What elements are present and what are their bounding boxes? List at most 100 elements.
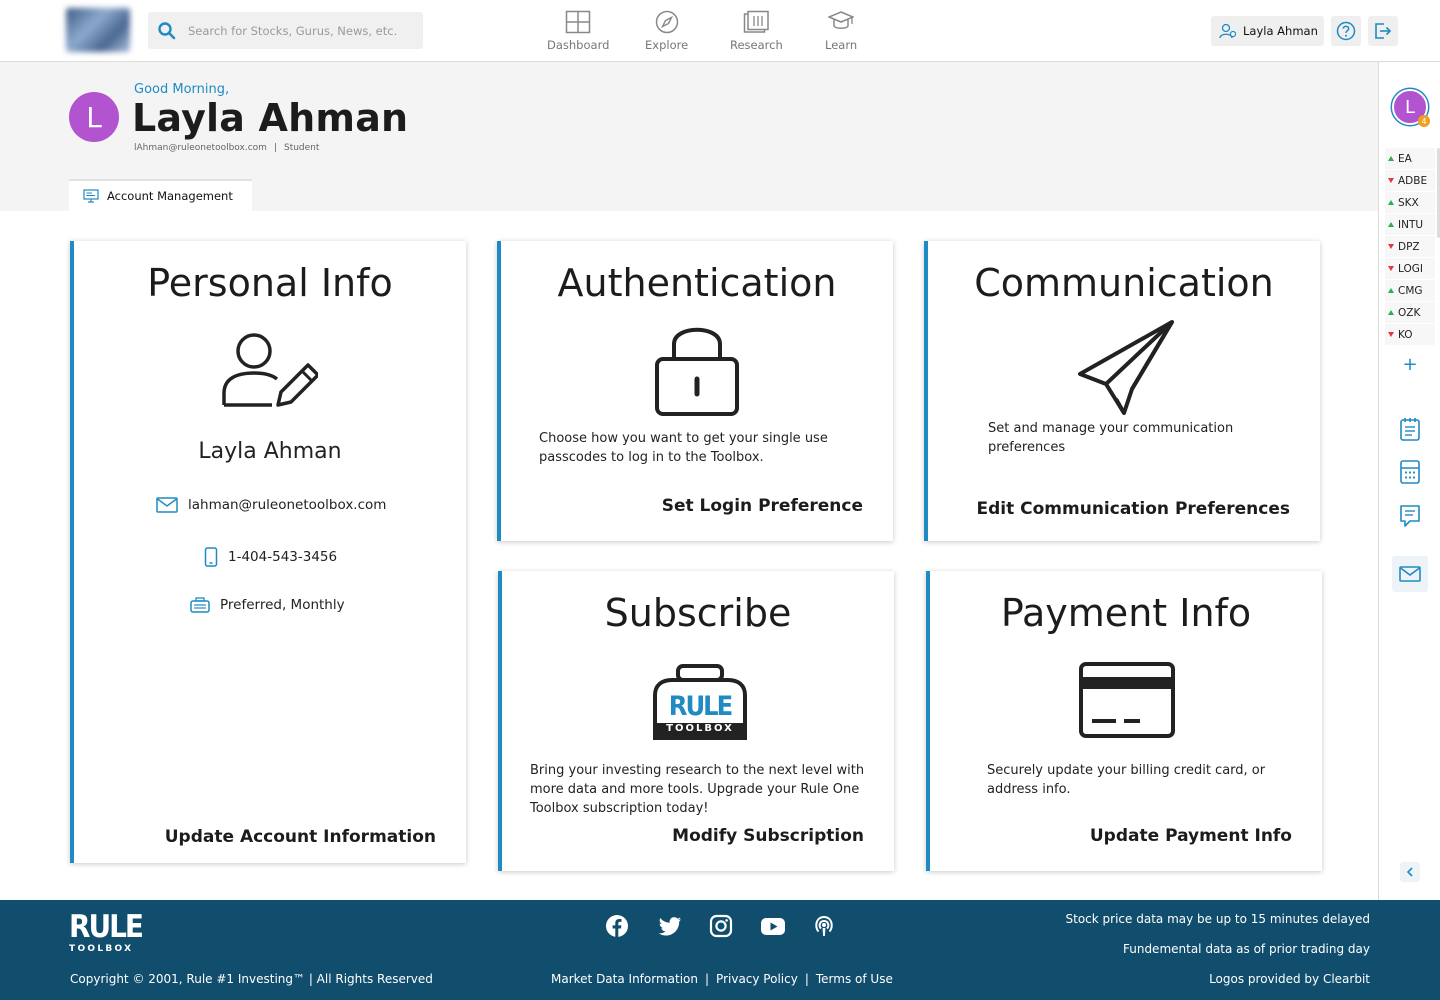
card-title: Authentication [557, 261, 837, 305]
ticker-symbol: CMG [1398, 284, 1423, 297]
paper-plane-icon [1078, 320, 1174, 415]
mail-icon [156, 497, 178, 513]
footer-logo[interactable]: RULE TOOLBOX [69, 909, 144, 960]
logout-button[interactable] [1368, 16, 1398, 46]
arrow-down-icon [1388, 266, 1394, 271]
nav-label: Research [730, 38, 783, 52]
personal-plan-row: Preferred, Monthly [190, 597, 345, 613]
user-name: Layla Ahman [1243, 24, 1318, 38]
user-settings-icon [1219, 23, 1237, 39]
card-title: Personal Info [147, 261, 393, 305]
chat-button[interactable] [1392, 498, 1428, 534]
youtube-icon[interactable] [760, 914, 786, 938]
payment-info-card: Payment Info Securely update your billin… [926, 571, 1322, 871]
notification-badge: 4 [1418, 115, 1430, 127]
set-login-preference-link[interactable]: Set Login Preference [662, 496, 863, 516]
authentication-card: Authentication Choose how you want to ge… [497, 241, 893, 541]
tab-label: Account Management [107, 189, 233, 203]
podcast-icon[interactable] [812, 914, 836, 938]
ticker-item[interactable]: INTU [1385, 214, 1435, 236]
top-bar: Dashboard Explore Research Learn [0, 0, 1440, 62]
card-description: Set and manage your communication prefer… [988, 421, 1234, 455]
profile-meta: lAhman@ruleonetoolbox.com | Student [134, 143, 320, 153]
profile-role: Student [283, 143, 320, 153]
research-book-icon [744, 10, 770, 33]
personal-email: lahman@ruleonetoolbox.com [188, 497, 387, 513]
privacy-policy-link[interactable]: Privacy Policy [716, 972, 798, 986]
ticker-item[interactable]: EA [1385, 148, 1435, 170]
rule-toolbox-logo: RULE TOOLBOX [652, 663, 748, 741]
add-ticker-button[interactable]: + [1392, 346, 1428, 382]
logout-icon [1375, 23, 1392, 39]
personal-email-row: lahman@ruleonetoolbox.com [156, 497, 386, 513]
chat-icon [1400, 505, 1420, 527]
twitter-icon[interactable] [658, 914, 682, 938]
ticker-symbol: INTU [1398, 218, 1424, 231]
ticker-item[interactable]: ADBE [1385, 170, 1435, 192]
footer-links: Market Data Information | Privacy Policy | T… [551, 972, 893, 986]
tab-account-management[interactable]: Account Management [69, 179, 252, 211]
search-input[interactable] [188, 12, 418, 49]
lock-icon [655, 327, 739, 416]
card-title: Payment Info [1000, 591, 1252, 635]
arrow-up-icon [1388, 288, 1394, 293]
personal-info-card: Personal Info Layla Ahman lahman@ruleone… [70, 241, 466, 863]
ticker-item[interactable]: LOGI [1385, 258, 1435, 280]
notes-button[interactable] [1392, 411, 1428, 447]
arrow-up-icon [1388, 156, 1394, 161]
ticker-item[interactable]: OZK [1385, 302, 1435, 324]
search-box [148, 12, 423, 49]
ticker-symbol: ADBE [1398, 174, 1428, 187]
account-management-icon [83, 189, 99, 203]
nav-dashboard[interactable]: Dashboard [547, 10, 609, 52]
chevron-left-icon [1406, 867, 1413, 877]
modify-subscription-link[interactable]: Modify Subscription [672, 826, 864, 846]
ticker-item[interactable]: KO [1385, 324, 1435, 346]
add-label: + [1402, 353, 1418, 375]
ticker-item[interactable]: DPZ [1385, 236, 1435, 258]
update-payment-info-link[interactable]: Update Payment Info [1090, 826, 1292, 846]
card-description: Securely update your billing credit card… [987, 763, 1266, 797]
help-icon [1336, 21, 1356, 41]
ticker-symbol: SKX [1398, 196, 1419, 209]
ticker-item[interactable]: CMG [1385, 280, 1435, 302]
card-description: Choose how you want to get your single u… [539, 431, 828, 465]
avatar: L [69, 92, 119, 142]
user-menu-button[interactable]: Layla Ahman [1211, 16, 1324, 46]
calculator-button[interactable] [1392, 454, 1428, 490]
ticker-item[interactable]: SKX [1385, 192, 1435, 214]
personal-phone: 1-404-543-3456 [228, 549, 338, 565]
edit-communication-preferences-link[interactable]: Edit Communication Preferences [976, 499, 1290, 519]
footer: RULE TOOLBOX Copyright © 2001, Rule #1 I… [0, 900, 1440, 1000]
nav-learn[interactable]: Learn [825, 10, 857, 52]
arrow-up-icon [1388, 200, 1394, 205]
notepad-icon [1400, 418, 1420, 441]
update-account-link[interactable]: Update Account Information [165, 827, 436, 847]
instagram-icon[interactable] [709, 914, 733, 938]
avatar-initial: L [86, 100, 102, 134]
brand-logo[interactable] [66, 8, 130, 52]
nav-explore[interactable]: Explore [645, 10, 688, 52]
subscribe-card: Subscribe RULE TOOLBOX Bring your invest… [498, 571, 894, 871]
compass-icon [655, 10, 678, 34]
nav-label: Learn [825, 38, 858, 52]
facebook-icon[interactable] [605, 914, 629, 938]
arrow-down-icon [1388, 178, 1394, 183]
arrow-up-icon [1388, 310, 1394, 315]
card-description: Bring your investing research to the nex… [530, 763, 865, 816]
help-button[interactable] [1331, 16, 1361, 46]
avatar-initial: L [1404, 96, 1416, 118]
card-title: Subscribe [604, 591, 792, 635]
messages-button[interactable] [1392, 556, 1428, 592]
right-rail: L 4 EA ADBE SKX INTU DPZ LOGI CMG OZK KO + [1378, 62, 1440, 900]
market-data-link[interactable]: Market Data Information [551, 972, 698, 986]
arrow-down-icon [1388, 244, 1394, 249]
communication-card: Communication Set and manage your commun… [924, 241, 1320, 541]
collapse-rail-button[interactable] [1400, 862, 1420, 882]
card-title: Communication [974, 261, 1274, 305]
phone-icon [204, 547, 218, 567]
footer-logo-rule: RULE [69, 909, 144, 945]
clearbit-note: Logos provided by Clearbit [1209, 972, 1370, 986]
nav-research[interactable]: Research [730, 10, 783, 52]
terms-of-use-link[interactable]: Terms of Use [816, 972, 893, 986]
